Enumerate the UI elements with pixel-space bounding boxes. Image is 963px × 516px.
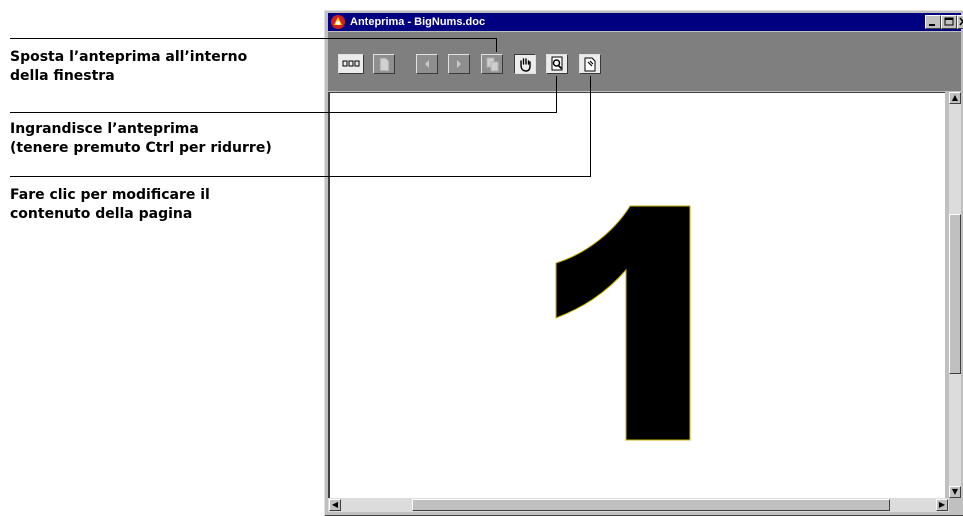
magnifier-icon	[551, 56, 563, 71]
callout-pan-leader-drop	[496, 38, 497, 52]
callout-pan: Sposta l’anteprima all’interno della fin…	[10, 49, 248, 84]
resize-grip[interactable]	[949, 498, 961, 512]
scroll-right-button[interactable]: ▶	[936, 499, 948, 511]
scroll-up-button[interactable]: ▲	[949, 92, 961, 104]
minimize-icon	[929, 24, 935, 26]
page-button[interactable]	[373, 54, 395, 74]
scroll-down-button[interactable]: ▼	[949, 486, 961, 498]
page-icon	[379, 57, 390, 72]
copy-page-button[interactable]	[481, 54, 503, 74]
thumbnails-icon	[342, 60, 360, 67]
preview-area[interactable]	[328, 92, 945, 498]
callout-edit-leader-rise	[590, 76, 591, 177]
maximize-icon	[944, 17, 954, 26]
scroll-left-button[interactable]: ◀	[329, 499, 341, 511]
horizontal-scroll-thumb[interactable]	[412, 499, 890, 511]
close-icon	[959, 17, 963, 26]
pan-tool-button[interactable]	[514, 54, 536, 74]
window-title: Anteprima - BigNums.doc	[350, 16, 486, 28]
hand-icon	[520, 58, 531, 72]
page-number-glyph	[555, 205, 691, 441]
thumbnails-button[interactable]	[338, 54, 364, 74]
title-bar[interactable]: Anteprima - BigNums.doc	[328, 13, 963, 31]
callout-edit-leader	[10, 176, 590, 177]
toolbar	[328, 32, 961, 91]
next-page-button[interactable]	[448, 54, 470, 74]
minimize-button[interactable]	[925, 15, 941, 29]
app-icon	[331, 15, 345, 29]
close-button[interactable]	[957, 15, 963, 29]
maximize-button[interactable]	[941, 15, 957, 29]
callout-pan-leader	[10, 38, 496, 39]
copy-pages-icon	[486, 57, 499, 72]
previous-page-button[interactable]	[416, 54, 438, 74]
arrow-left-icon	[425, 60, 429, 68]
callout-zoom-leader	[10, 112, 556, 113]
preview-window: Anteprima - BigNums.doc ▲ ▼ ◀ ▶	[324, 10, 963, 516]
edit-page-button[interactable]	[579, 54, 601, 74]
zoom-tool-button[interactable]	[546, 54, 568, 74]
vertical-scrollbar[interactable]: ▲ ▼	[949, 92, 961, 498]
arrow-right-icon	[457, 60, 461, 68]
callout-zoom: Ingrandisce l’anteprima (tenere premuto …	[10, 121, 272, 156]
callout-zoom-leader-rise	[556, 76, 557, 113]
callout-edit: Fare clic per modificare il contenuto de…	[10, 187, 210, 222]
edit-page-icon	[584, 57, 596, 72]
horizontal-scrollbar[interactable]: ◀ ▶	[328, 498, 949, 512]
vertical-scroll-thumb[interactable]	[949, 214, 961, 374]
